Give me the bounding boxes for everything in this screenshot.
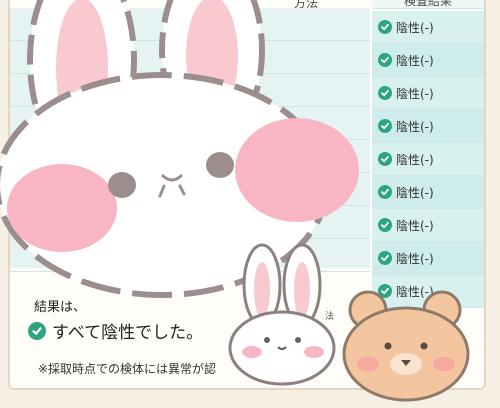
result-value: 陰性(-) (396, 251, 434, 266)
check-circle-icon (28, 321, 46, 340)
result-row: 陰性(-) (372, 209, 484, 242)
check-circle-icon (378, 185, 392, 199)
summary-main-text: すべて陰性でした。 (52, 323, 204, 343)
result-row: 陰性(-) (372, 11, 484, 44)
result-value: 陰性(-) (396, 86, 434, 101)
result-row: 陰性(-) (372, 176, 484, 209)
result-value: 陰性(-) (396, 185, 434, 200)
result-value: 陰性(-) (396, 218, 434, 233)
result-row: 陰性(-) (372, 77, 484, 110)
check-circle-icon (378, 86, 392, 100)
results-header: 検査結果 (372, 0, 484, 9)
result-row: 陰性(-) (372, 242, 484, 275)
check-circle-icon (378, 119, 392, 133)
check-circle-icon (378, 53, 392, 67)
result-value: 陰性(-) (396, 152, 434, 167)
bear-sticker (342, 290, 470, 402)
result-row: 陰性(-) (372, 110, 484, 143)
check-circle-icon (378, 218, 392, 232)
check-circle-icon (378, 20, 392, 34)
result-value: 陰性(-) (396, 20, 434, 35)
small-bunny-sticker (228, 243, 336, 386)
summary-result: すべて陰性でした。 (28, 318, 203, 343)
results-column: 検査結果 陰性(-) 陰性(-) 陰性(-) 陰性(-) 陰性(-) 陰性(-) 陰性(-)… (372, 0, 484, 308)
check-circle-icon (378, 152, 392, 166)
result-value: 陰性(-) (396, 119, 434, 134)
result-row: 陰性(-) (372, 44, 484, 77)
check-circle-icon (378, 251, 392, 265)
result-row: 陰性(-) (372, 143, 484, 176)
result-value: 陰性(-) (396, 53, 434, 68)
